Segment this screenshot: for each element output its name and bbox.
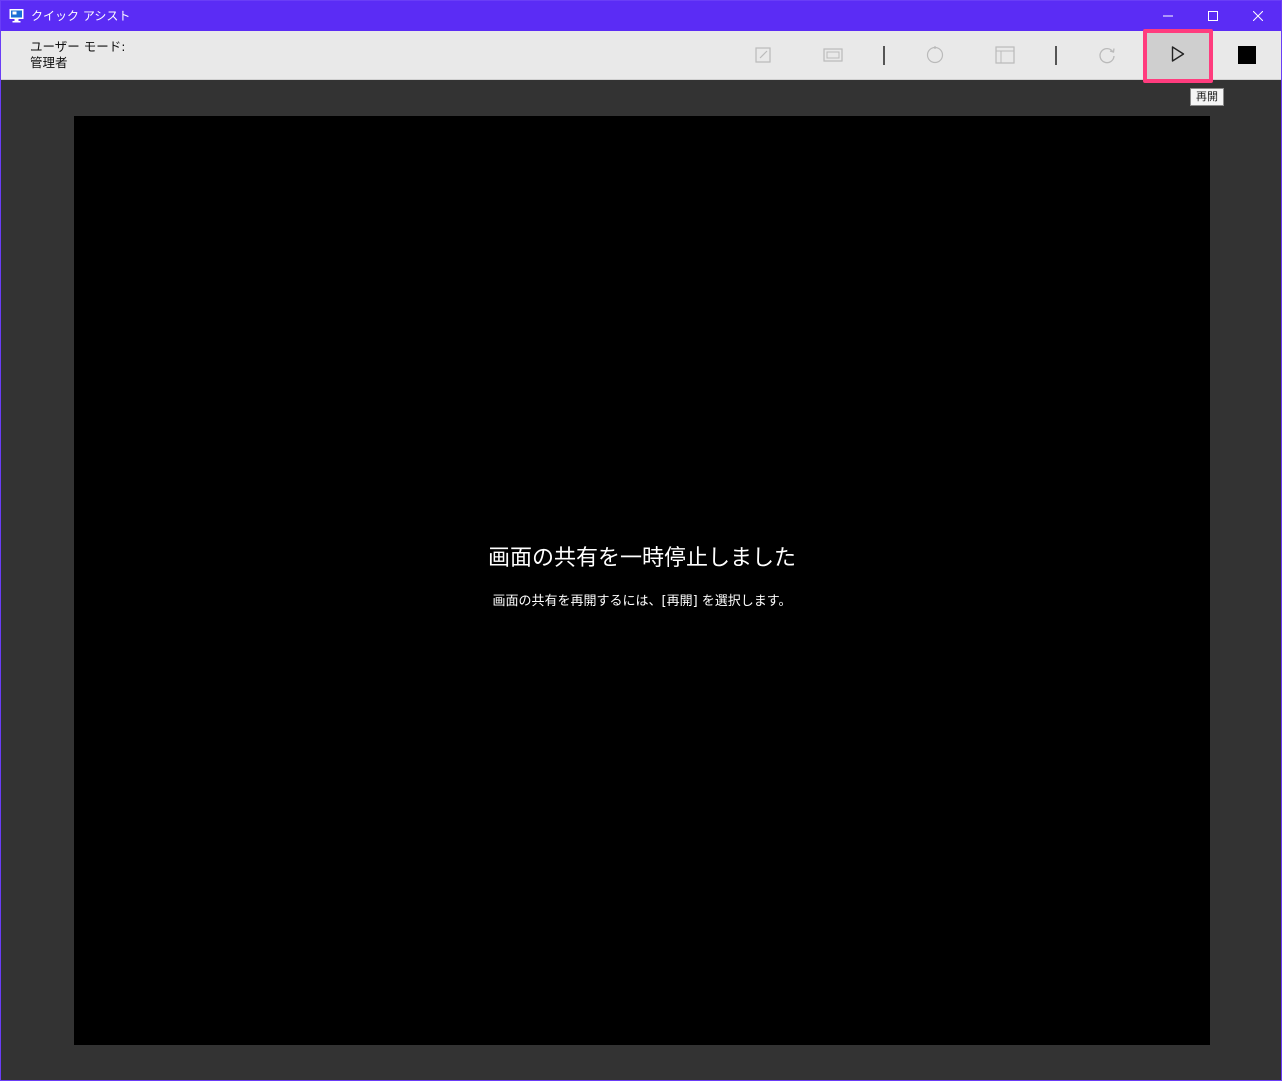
paused-subtitle: 画面の共有を再開するには、[再開] を選択します。	[492, 594, 792, 609]
close-icon	[1253, 11, 1263, 21]
toolbar-separator	[883, 46, 885, 65]
annotate-icon[interactable]	[751, 43, 775, 67]
task-manager-icon[interactable]	[993, 43, 1017, 67]
restart-icon[interactable]	[1095, 43, 1119, 67]
screen-icon[interactable]	[821, 43, 845, 67]
toolbar-separator	[1055, 46, 1057, 65]
monitor-icon	[9, 8, 24, 23]
shared-screen-area: 画面の共有を一時停止しました 画面の共有を再開するには、[再開] を選択します。	[74, 116, 1210, 1045]
play-icon	[1171, 46, 1185, 66]
laser-pointer-icon[interactable]	[923, 43, 947, 67]
user-mode-value: 管理者	[30, 55, 68, 70]
stop-icon	[1238, 46, 1256, 68]
minimize-icon	[1163, 11, 1173, 21]
window-title: クイック アシスト	[31, 9, 131, 23]
resume-tooltip: 再開	[1190, 88, 1224, 106]
toolbar: ユーザー モード: 管理者	[1, 31, 1281, 80]
maximize-button[interactable]	[1190, 1, 1236, 31]
paused-title: 画面の共有を一時停止しました	[487, 546, 796, 571]
user-mode-info: ユーザー モード: 管理者	[30, 39, 125, 71]
quick-assist-window: クイック アシスト ユーザー モード: 管理者 再開 画面の共有を一時停止しまし…	[0, 0, 1282, 1081]
title-bar[interactable]: クイック アシスト	[1, 1, 1281, 31]
resume-button[interactable]	[1143, 29, 1213, 83]
close-button[interactable]	[1235, 1, 1281, 31]
minimize-button[interactable]	[1145, 1, 1191, 31]
user-mode-label: ユーザー モード:	[30, 39, 126, 54]
stop-button[interactable]	[1227, 37, 1267, 77]
maximize-icon	[1208, 11, 1218, 21]
